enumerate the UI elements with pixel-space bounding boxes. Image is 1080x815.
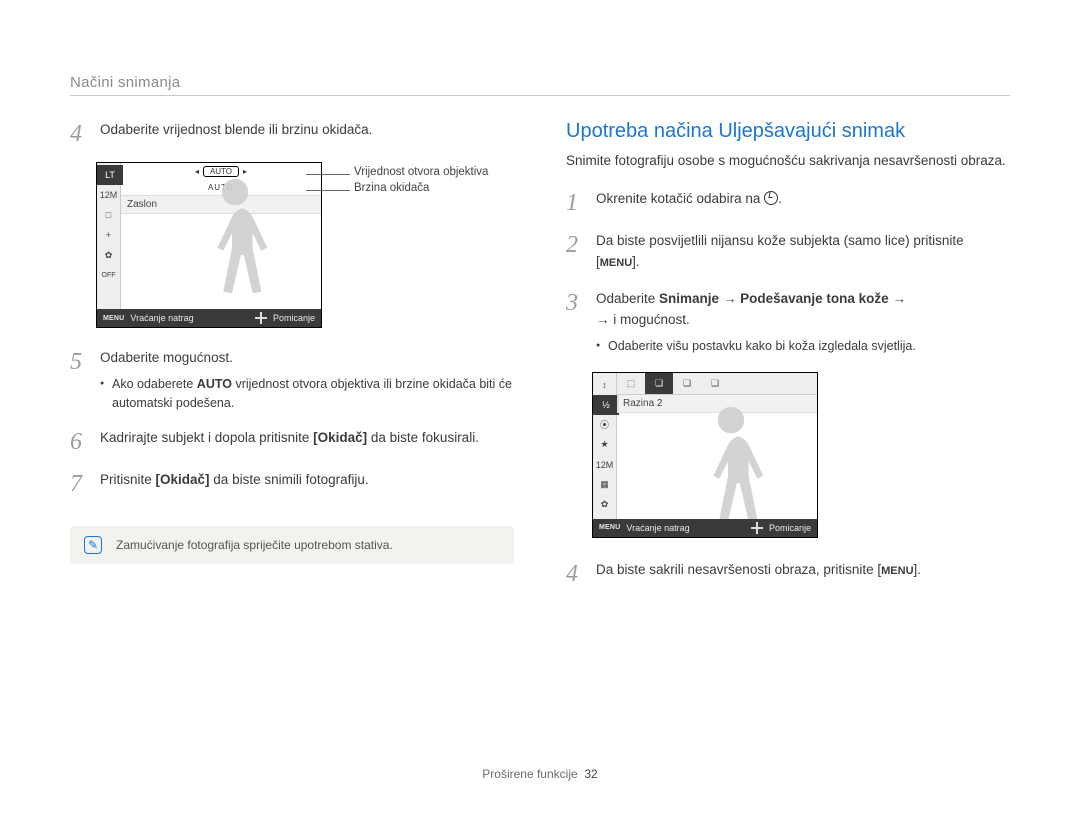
note-box: ✎ Zamućivanje fotografija spriječite upo…: [70, 526, 514, 564]
cam1-callout-labels: Vrijednost otvora objektiva Brzina okida…: [340, 162, 490, 198]
section-title: Načini snimanja: [70, 74, 1010, 91]
r-step-2: 2 Da biste posvijetlili nijansu kože sub…: [566, 231, 1010, 273]
camera-screen-1: LT 12M □ + ✿ OFF ◂ AUTO ▸: [96, 162, 322, 328]
camera-screen-2: ↕ ½ ⦿ ★ 12M ▦ ✿ ⬚ ❏ ❏ ❏: [592, 372, 818, 538]
title-rule: [70, 95, 1010, 96]
cam2-left-icons: ↕ ½ ⦿ ★ 12M ▦ ✿: [593, 373, 617, 519]
r-step-3: 3 Odaberite Snimanje → Podešavanje tona …: [566, 289, 1010, 356]
step-number: 4: [70, 120, 88, 146]
cam2-selected-icon: ½: [593, 395, 619, 415]
two-column-layout: 4 Odaberite vrijednost blende ili brzinu…: [70, 120, 1010, 602]
step-7: 7 Pritisnite [Okidač] da biste snimili f…: [70, 470, 514, 496]
right-intro: Snimite fotografiju osobe s mogućnošću s…: [566, 151, 1010, 171]
cam2-top-icons: ⬚ ❏ ❏ ❏: [617, 373, 817, 395]
cam1-statusbar: MENU Vraćanje natrag Pomicanje: [97, 309, 321, 327]
note-text: Zamućivanje fotografija spriječite upotr…: [116, 538, 393, 552]
r-step-4: 4 Da biste sakrili nesavršenosti obraza,…: [566, 560, 1010, 586]
dpad-icon: [255, 312, 267, 324]
step-text: Odaberite vrijednost blende ili brzinu o…: [100, 120, 514, 146]
page-footer: Proširene funkcije 32: [0, 767, 1080, 781]
cam1-left-icons: LT 12M □ + ✿ OFF: [97, 163, 121, 309]
r-step-1: 1 Okrenite kotačić odabira na .: [566, 189, 1010, 215]
camera-illustration-2-wrap: ↕ ½ ⦿ ★ 12M ▦ ✿ ⬚ ❏ ❏ ❏: [592, 372, 1010, 538]
step-6: 6 Kadrirajte subjekt i dopola pritisnite…: [70, 428, 514, 454]
cam2-statusbar: MENU Vraćanje natrag Pomicanje: [593, 519, 817, 537]
step5-sub: Ako odaberete AUTO vrijednost otvora obj…: [100, 375, 514, 413]
person-silhouette-icon: [681, 401, 781, 519]
left-column: 4 Odaberite vrijednost blende ili brzinu…: [70, 120, 514, 602]
step-4: 4 Odaberite vrijednost blende ili brzinu…: [70, 120, 514, 146]
person-silhouette-icon: [185, 173, 285, 305]
cam1-mode-label: LT: [97, 165, 123, 185]
mode-dial-icon: [764, 191, 778, 205]
dpad-icon: [751, 522, 763, 534]
r-step3-sub: Odaberite višu postavku kako bi koža izg…: [596, 337, 1010, 356]
right-column: Upotreba načina Uljepšavajući snimak Sni…: [566, 120, 1010, 602]
right-heading: Upotreba načina Uljepšavajući snimak: [566, 120, 1010, 143]
page-number: 32: [584, 767, 597, 781]
camera-illustration-1-wrap: LT 12M □ + ✿ OFF ◂ AUTO ▸: [96, 162, 514, 328]
step-5: 5 Odaberite mogućnost. Ako odaberete AUT…: [70, 348, 514, 412]
info-icon: ✎: [84, 536, 102, 554]
